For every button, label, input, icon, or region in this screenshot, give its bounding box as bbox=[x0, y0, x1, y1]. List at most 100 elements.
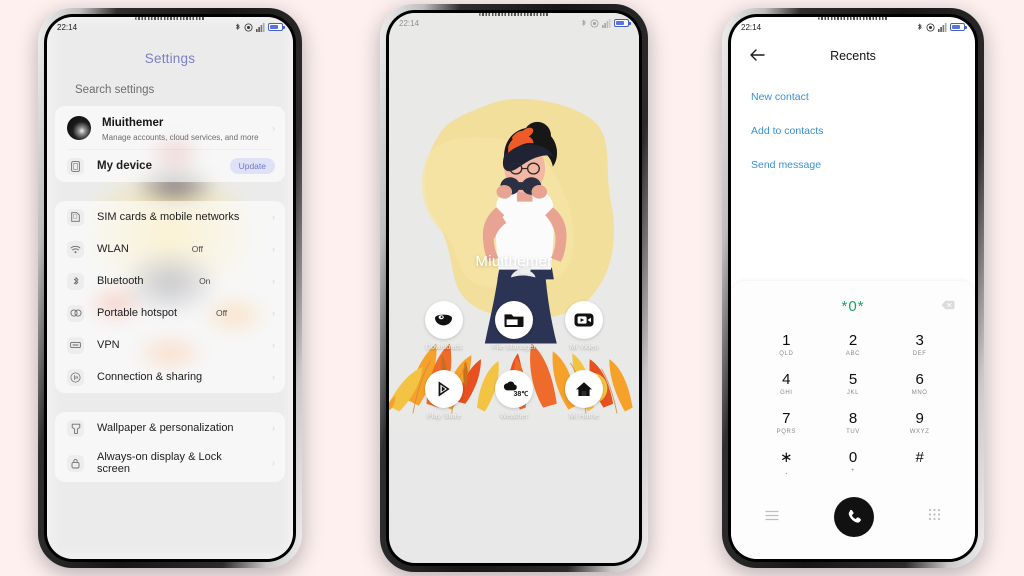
app-weather[interactable]: 38℃ Weather bbox=[485, 369, 543, 421]
key-8[interactable]: 8 TUV bbox=[820, 403, 887, 442]
key-1[interactable]: 1 QLD bbox=[753, 325, 820, 364]
key-sub: WXYZ bbox=[909, 429, 930, 435]
bluetooth-icon bbox=[67, 272, 84, 290]
account-name: Miuithemer bbox=[102, 117, 164, 129]
key-0[interactable]: 0 + bbox=[820, 442, 887, 485]
status-bar: 22:14 bbox=[47, 17, 293, 37]
new-contact-link[interactable]: New contact bbox=[751, 91, 975, 103]
sidebar-item-connection-sharing[interactable]: Connection & sharing › bbox=[55, 361, 285, 393]
app-label: File Manager bbox=[492, 342, 536, 351]
chevron-right-icon: › bbox=[271, 276, 275, 286]
add-to-contacts-link[interactable]: Add to contacts bbox=[751, 125, 975, 137]
key-6[interactable]: 6 MNO bbox=[886, 364, 953, 403]
key-sub: PQRS bbox=[776, 429, 797, 435]
backspace-icon[interactable] bbox=[941, 297, 955, 315]
sidebar-item-wlan[interactable]: WLAN Off › bbox=[55, 233, 285, 265]
app-label: Mi Video bbox=[569, 342, 599, 351]
key-digit: 0 bbox=[848, 449, 858, 466]
home-screen: 22:14 Miuithemer Downloads File Manager … bbox=[389, 13, 639, 563]
phone-dialer: 22:14 Recents New contact Add to contact… bbox=[722, 8, 984, 568]
avatar bbox=[67, 115, 91, 140]
sidebar-item-always-on-display[interactable]: Always-on display & Lock screen › bbox=[55, 444, 285, 482]
app-label: Downloads bbox=[425, 342, 463, 351]
menu-icon[interactable] bbox=[765, 508, 779, 526]
key-hash[interactable]: # bbox=[886, 442, 953, 485]
page-title: Recents bbox=[830, 49, 876, 63]
key-sub: ABC bbox=[845, 351, 861, 357]
key-5[interactable]: 5 JKL bbox=[820, 364, 887, 403]
signal-icon bbox=[938, 22, 947, 32]
lock-icon bbox=[67, 454, 84, 472]
sidebar-item-wallpaper[interactable]: Wallpaper & personalization › bbox=[55, 412, 285, 444]
key-7[interactable]: 7 PQRS bbox=[753, 403, 820, 442]
sidebar-item-value: On bbox=[199, 276, 211, 286]
key-3[interactable]: 3 DEF bbox=[886, 325, 953, 364]
app-label: Mi Home bbox=[568, 410, 599, 420]
account-row[interactable]: Miuithemer Manage accounts, cloud servic… bbox=[55, 106, 285, 149]
key-digit: 8 bbox=[848, 410, 858, 427]
chevron-right-icon: › bbox=[272, 423, 275, 433]
play-store-icon bbox=[425, 369, 463, 408]
send-message-link[interactable]: Send message bbox=[751, 159, 975, 171]
my-device-row[interactable]: My device Update bbox=[55, 150, 285, 182]
key-sub: QLD bbox=[779, 351, 794, 357]
chevron-right-icon: › bbox=[272, 308, 275, 318]
phone-dialer-bezel: 22:14 Recents New contact Add to contact… bbox=[728, 14, 978, 562]
svg-text:38℃: 38℃ bbox=[514, 390, 529, 398]
dialer-header: Recents bbox=[731, 39, 975, 73]
signal-icon bbox=[602, 18, 611, 28]
sidebar-item-value: Off bbox=[215, 308, 228, 318]
phone-home: 22:14 Miuithemer Downloads File Manager … bbox=[380, 4, 648, 572]
page-title: Settings bbox=[144, 51, 196, 66]
key-sub: + bbox=[850, 468, 856, 474]
account-card: Miuithemer Manage accounts, cloud servic… bbox=[55, 106, 285, 182]
call-button[interactable] bbox=[833, 497, 874, 537]
call-icon bbox=[848, 509, 861, 523]
folder-icon bbox=[495, 301, 533, 339]
status-time: 22:14 bbox=[399, 18, 420, 28]
app-mi-home[interactable]: Mi Home bbox=[555, 369, 613, 421]
key-star[interactable]: ∗ · bbox=[753, 442, 820, 485]
key-digit: ∗ bbox=[780, 449, 793, 466]
status-time: 22:14 bbox=[741, 22, 762, 32]
key-digit: 3 bbox=[915, 332, 924, 349]
key-sub: TUV bbox=[846, 429, 860, 435]
connectivity-group: SIM cards & mobile networks › WLAN Off › bbox=[55, 201, 285, 393]
dialpad-panel: *0* 1 QLD 2 ABC 3 DEF 4 GHI 5 JKL 6 MNO 7 PQRS bbox=[731, 281, 975, 559]
bluetooth-icon bbox=[917, 22, 922, 30]
back-arrow-icon[interactable] bbox=[749, 48, 765, 64]
sidebar-item-label: SIM cards & mobile networks bbox=[97, 211, 240, 223]
connection-sharing-icon bbox=[67, 368, 84, 386]
dnd-icon bbox=[244, 23, 253, 31]
chevron-right-icon: › bbox=[272, 244, 275, 254]
app-label: Play Store bbox=[426, 410, 462, 420]
battery-icon bbox=[268, 23, 285, 31]
my-device-label: My device bbox=[97, 160, 152, 172]
account-subtitle: Manage accounts, cloud services, and mor… bbox=[102, 133, 259, 142]
phone-settings: 22:14 Settings Search settings Miuitheme… bbox=[38, 8, 302, 568]
key-9[interactable]: 9 WXYZ bbox=[886, 403, 953, 442]
key-2[interactable]: 2 ABC bbox=[820, 325, 887, 364]
key-sub: MNO bbox=[911, 390, 928, 396]
app-play-store[interactable]: Play Store bbox=[415, 369, 473, 421]
update-badge[interactable]: Update bbox=[229, 158, 275, 174]
app-file-manager[interactable]: File Manager bbox=[485, 301, 543, 352]
chevron-right-icon: › bbox=[272, 340, 275, 350]
sidebar-item-sim-cards[interactable]: SIM cards & mobile networks › bbox=[55, 201, 285, 233]
app-downloads[interactable]: Downloads bbox=[415, 301, 473, 352]
sidebar-item-vpn[interactable]: VPN › bbox=[55, 329, 285, 361]
sidebar-item-label: VPN bbox=[97, 339, 120, 351]
key-sub: GHI bbox=[780, 390, 793, 396]
key-4[interactable]: 4 GHI bbox=[753, 364, 820, 403]
key-digit: 6 bbox=[915, 371, 924, 388]
keypad-icon[interactable] bbox=[928, 508, 941, 526]
sidebar-item-bluetooth[interactable]: Bluetooth On › bbox=[55, 265, 285, 297]
sidebar-item-portable-hotspot[interactable]: Portable hotspot Off › bbox=[55, 297, 285, 329]
dialer-top: Recents New contact Add to contacts Send… bbox=[731, 17, 975, 193]
search-input[interactable]: Search settings bbox=[75, 84, 293, 96]
dialed-number[interactable]: *0* bbox=[841, 298, 864, 315]
phone-settings-bezel: 22:14 Settings Search settings Miuitheme… bbox=[44, 14, 296, 562]
key-sub: JKL bbox=[846, 390, 860, 396]
settings-screen: 22:14 Settings Search settings Miuitheme… bbox=[47, 17, 293, 559]
app-mi-video[interactable]: Mi Video bbox=[555, 301, 613, 352]
